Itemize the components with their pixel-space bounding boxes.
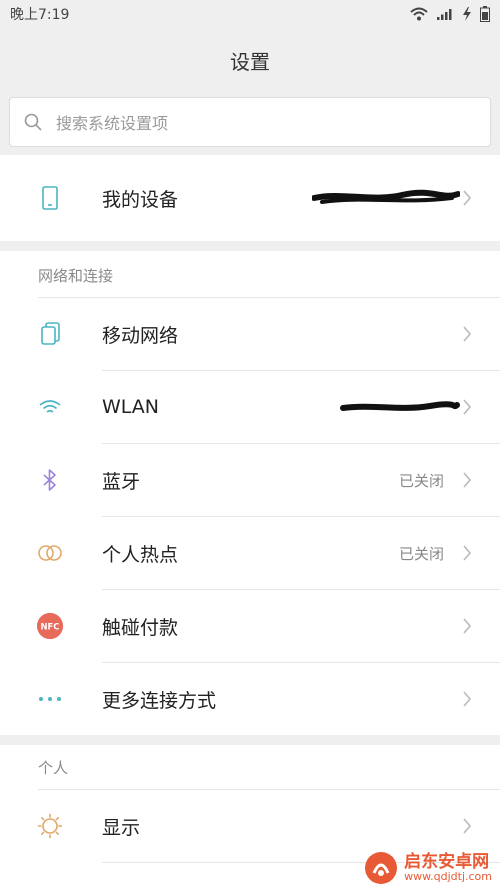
mobile-network-label: 移动网络	[102, 324, 179, 347]
device-card: 我的设备	[0, 155, 500, 241]
status-icons	[410, 6, 490, 22]
watermark: 启东安卓网 www.qdjdtj.com	[364, 851, 492, 885]
charging-icon	[463, 7, 471, 21]
section-title-network: 网络和连接	[38, 267, 114, 285]
more-connections-label: 更多连接方式	[102, 689, 217, 712]
chevron-right-icon	[463, 472, 472, 488]
watermark-url: www.qdjdtj.com	[404, 870, 492, 884]
hotspot-row[interactable]: 个人热点 已关闭	[0, 517, 500, 589]
watermark-title: 启东安卓网	[404, 851, 490, 872]
network-card: 网络和连接 移动网络 WLAN 蓝牙 已关闭 个人热点 已关闭 NFC 触碰付款…	[0, 251, 500, 735]
chevron-right-icon	[463, 691, 472, 707]
sim-card-icon	[36, 320, 64, 348]
bluetooth-status: 已关闭	[398, 471, 444, 490]
status-bar: 晚上7:19	[0, 0, 500, 28]
wlan-label: WLAN	[102, 396, 160, 418]
redaction-scribble	[312, 189, 460, 204]
bluetooth-icon	[36, 466, 64, 494]
hotspot-status: 已关闭	[398, 544, 444, 563]
display-label: 显示	[102, 816, 141, 839]
bluetooth-row[interactable]: 蓝牙 已关闭	[0, 444, 500, 516]
chevron-right-icon	[463, 618, 472, 634]
search-placeholder: 搜索系统设置项	[56, 114, 169, 133]
hotspot-label: 个人热点	[102, 543, 179, 566]
section-title-personal: 个人	[38, 759, 69, 777]
header: 设置	[0, 28, 500, 92]
bluetooth-label: 蓝牙	[102, 470, 141, 493]
chevron-right-icon	[463, 818, 472, 834]
page-title: 设置	[230, 49, 270, 74]
my-device-label: 我的设备	[102, 188, 179, 211]
phone-icon	[36, 184, 64, 212]
nfc-icon-text: NFC	[41, 621, 60, 631]
wifi-icon	[36, 393, 64, 421]
wlan-row[interactable]: WLAN	[0, 371, 500, 443]
cell-signal-icon	[437, 9, 452, 20]
search-input[interactable]: 搜索系统设置项	[9, 97, 491, 147]
my-device-row[interactable]: 我的设备	[0, 162, 500, 234]
watermark-logo-icon	[365, 852, 398, 884]
redaction-scribble	[340, 401, 460, 411]
battery-icon	[480, 6, 490, 22]
chevron-right-icon	[463, 399, 472, 415]
chevron-right-icon	[463, 190, 472, 206]
status-time: 晚上7:19	[10, 7, 70, 23]
brightness-icon	[36, 812, 64, 840]
chevron-right-icon	[463, 545, 472, 561]
tap-to-pay-row[interactable]: NFC 触碰付款	[0, 590, 500, 662]
mobile-network-row[interactable]: 移动网络	[0, 298, 500, 370]
chevron-right-icon	[463, 326, 472, 342]
search-icon	[24, 113, 42, 131]
nfc-icon: NFC	[36, 612, 64, 640]
tap-to-pay-label: 触碰付款	[102, 616, 179, 639]
wifi-signal-icon	[410, 7, 428, 21]
more-connections-row[interactable]: 更多连接方式	[0, 663, 500, 735]
hotspot-icon	[36, 539, 64, 567]
more-dots-icon	[36, 685, 64, 713]
